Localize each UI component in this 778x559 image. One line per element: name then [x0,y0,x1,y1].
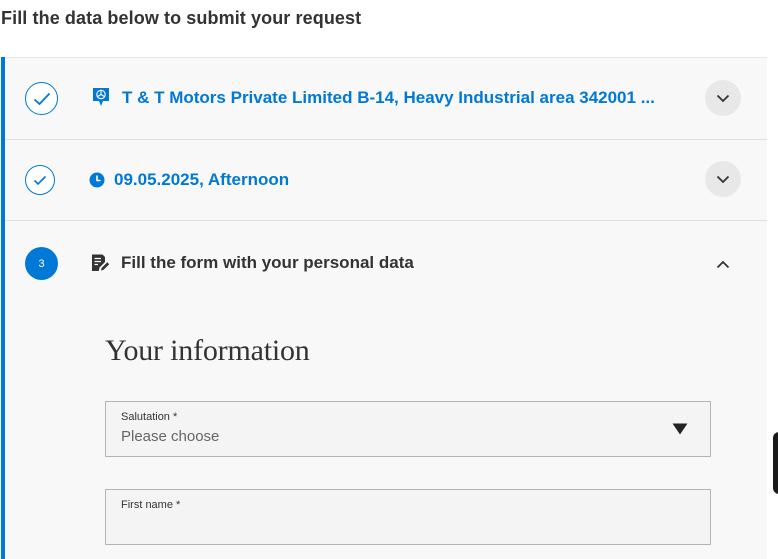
step-dealer[interactable]: T & T Motors Private Limited B-14, Heavy… [5,58,767,140]
first-name-field[interactable]: First name * [105,489,711,545]
step-number-badge: 3 [25,247,58,280]
salutation-value: Please choose [121,428,220,445]
page-heading: Fill the data below to submit your reque… [1,8,362,28]
step-completed-check-icon [25,82,58,115]
step-appointment[interactable]: 09.05.2025, Afternoon [5,140,767,221]
side-widget-tab[interactable] [773,432,778,494]
chevron-up-icon [716,260,730,268]
step-appointment-title: 09.05.2025, Afternoon [114,170,290,189]
collapse-personal-data-button[interactable] [713,254,733,274]
step-personal-data: 3 Fill the form with your personal data … [5,221,767,559]
first-name-label: First name * [121,499,181,511]
step-dealer-title: T & T Motors Private Limited B-14, Heavy… [122,88,655,107]
dropdown-arrow-icon [672,422,688,436]
chevron-down-icon [716,175,730,183]
request-page: Fill the data below to submit your reque… [0,0,778,559]
form-edit-icon [90,253,110,273]
salutation-select[interactable]: Salutation * Please choose [105,401,711,457]
expand-appointment-button[interactable] [705,161,741,197]
dealer-location-icon [92,87,110,107]
step-completed-check-icon [25,165,55,195]
chevron-down-icon [716,94,730,102]
step-personal-data-title: Fill the form with your personal data [121,253,414,272]
salutation-label: Salutation * [121,411,178,423]
clock-icon [88,171,106,189]
expand-dealer-button[interactable] [705,80,741,116]
form-heading: Your information [105,334,310,367]
